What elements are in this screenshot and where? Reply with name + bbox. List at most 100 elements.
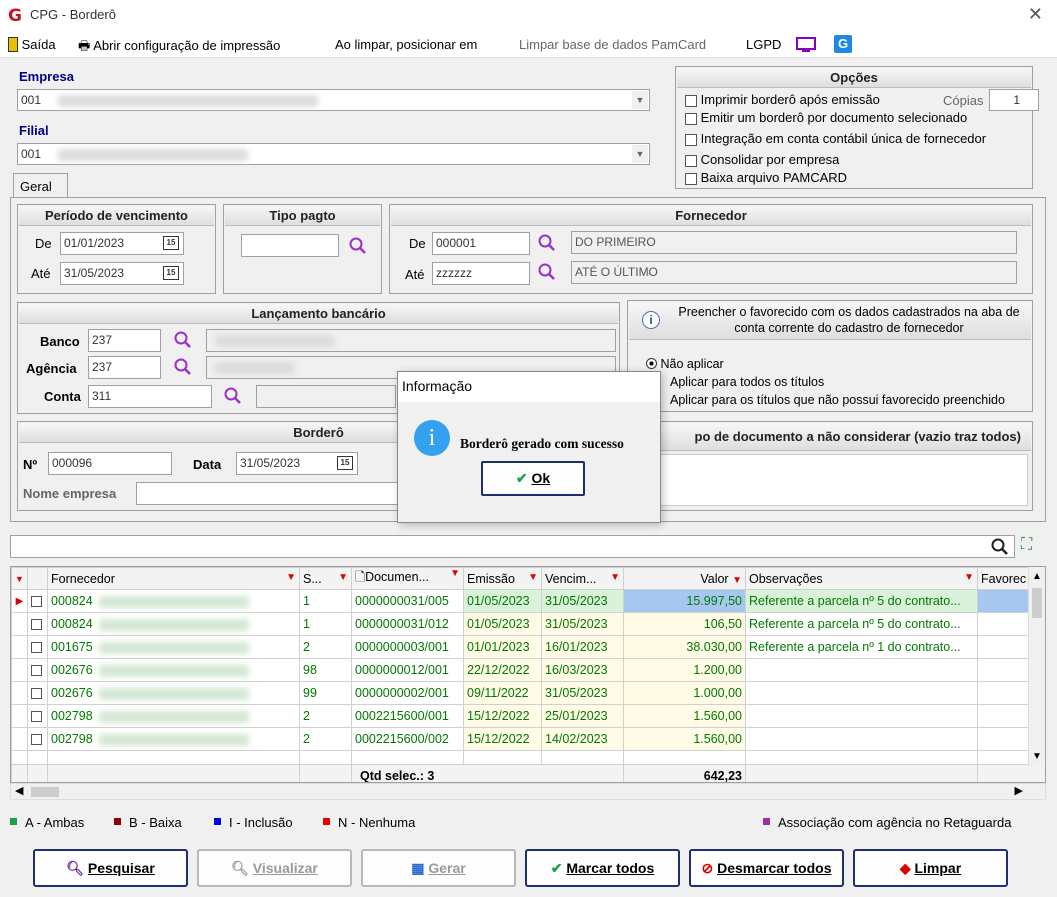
opt-imprimir[interactable]: Imprimir borderô após emissão [685, 92, 880, 107]
periodo-ate-field[interactable]: 31/05/2023 15 [60, 262, 184, 285]
col-fornecedor[interactable]: Fornecedor ▼ [47, 567, 300, 590]
horizontal-scrollbar[interactable]: ◀ ▶ [10, 783, 1046, 800]
col-documento[interactable]: 🗋Documen... ▼ [351, 567, 464, 590]
table-row[interactable]: 002676 99 0000000002/001 09/11/2022 31/05/20… [11, 681, 1045, 705]
monitor-icon[interactable] [795, 36, 817, 57]
empresa-combo[interactable]: 001 ▼ [17, 89, 650, 111]
col-observacoes[interactable]: Observações ▼ [745, 567, 978, 590]
checkbox[interactable] [31, 596, 42, 608]
filter-icon[interactable]: ▼ [732, 575, 742, 586]
filter-icon[interactable]: ▼ [610, 572, 620, 583]
banco-field[interactable]: 237 [88, 329, 161, 352]
gerar-button[interactable]: ▦ Gerar [361, 849, 516, 887]
search-icon[interactable] [223, 386, 243, 406]
col-s[interactable]: S... ▼ [299, 567, 352, 590]
row-checkbox[interactable] [27, 727, 48, 751]
row-checkbox[interactable] [27, 612, 48, 636]
search-icon[interactable] [173, 330, 193, 350]
toolbar: Saída 🖶 Abrir configuração de impressão … [0, 32, 1057, 58]
calendar-icon[interactable]: 15 [337, 456, 353, 470]
chevron-up-icon[interactable]: ▲ [1029, 571, 1045, 582]
print-config-label: Abrir configuração de impressão [93, 38, 281, 53]
row-marker [11, 704, 28, 728]
lgpd-button[interactable]: LGPD [746, 37, 781, 52]
search-icon[interactable] [173, 357, 193, 377]
radio-nao-aplicar[interactable]: Não aplicar [646, 357, 724, 371]
tipo-pagto-input[interactable] [241, 234, 339, 257]
radio-aplicar-todos[interactable]: Aplicar para todos os títulos [670, 375, 824, 389]
search-icon[interactable] [348, 236, 368, 256]
chevron-down-icon[interactable]: ▼ [632, 145, 648, 163]
col-vencimento[interactable]: Vencim... ▼ [541, 567, 624, 590]
agencia-field[interactable]: 237 [88, 356, 161, 379]
chevron-down-icon[interactable]: ▼ [1029, 751, 1045, 762]
visualizar-button[interactable]: 🔍︎ Visualizar [197, 849, 352, 887]
tipo-doc-list[interactable] [632, 454, 1028, 506]
filter-icon[interactable]: ▼ [964, 572, 974, 583]
vertical-scrollbar[interactable]: ▲ ▼ [1028, 567, 1045, 766]
conta-field[interactable]: 311 [88, 385, 212, 408]
on-clear-menu[interactable]: Ao limpar, posicionar em [335, 37, 477, 52]
copies-stepper[interactable]: 1 [989, 89, 1039, 111]
row-checkbox[interactable] [27, 681, 48, 705]
calendar-icon[interactable]: 15 [163, 266, 179, 280]
row-checkbox[interactable] [27, 658, 48, 682]
filter-icon[interactable]: ▼ [286, 572, 296, 583]
checkbox[interactable] [31, 642, 42, 654]
col-valor[interactable]: Valor ▼ [623, 567, 746, 590]
opt-baixa[interactable]: Baixa arquivo PAMCARD [685, 170, 847, 185]
copies-label: Cópias [943, 93, 984, 108]
close-icon[interactable]: ✕ [1028, 4, 1043, 25]
bordero-data-field[interactable]: 31/05/2023 15 [236, 452, 358, 475]
table-row[interactable]: ▶ 000824 1 0000000031/005 01/05/2023 31/05/20… [11, 589, 1045, 613]
table-row[interactable]: 001675 2 0000000003/001 01/01/2023 16/01/202… [11, 635, 1045, 659]
checkbox[interactable] [31, 619, 42, 631]
checkbox[interactable] [31, 688, 42, 700]
search-icon[interactable] [537, 233, 557, 253]
checkbox[interactable] [31, 711, 42, 723]
tab-geral[interactable]: Geral [13, 173, 68, 198]
table-row[interactable]: 000824 1 0000000031/012 01/05/2023 31/05/202… [11, 612, 1045, 636]
search-icon[interactable] [990, 537, 1010, 557]
chevron-left-icon[interactable]: ◀ [15, 784, 23, 797]
search-icon[interactable] [537, 262, 557, 282]
print-config-button[interactable]: 🖶 Abrir configuração de impressão [78, 37, 280, 59]
calendar-icon[interactable]: 15 [163, 236, 179, 250]
scroll-thumb-h[interactable] [31, 787, 59, 797]
bordero-num-field[interactable]: 000096 [48, 452, 172, 475]
checkbox[interactable] [31, 734, 42, 746]
expand-icon[interactable]: ⛶ [1021, 536, 1032, 554]
fornecedor-de-code[interactable]: 000001 [432, 232, 530, 255]
limpar-button[interactable]: ◆ Limpar [853, 849, 1008, 887]
checkbox[interactable] [31, 665, 42, 677]
radio-aplicar-sem-favorecido[interactable]: Aplicar para os títulos que não possui f… [670, 393, 1005, 407]
desmarcar-todos-button[interactable]: ⊘ Desmarcar todos [689, 849, 844, 887]
periodo-de-field[interactable]: 01/01/2023 15 [60, 232, 184, 255]
grid-filter-input[interactable] [10, 535, 1015, 558]
filial-combo[interactable]: 001 ▼ [17, 143, 650, 165]
opt-emitir[interactable]: Emitir um borderô por documento selecion… [685, 110, 967, 125]
pesquisar-button[interactable]: 🔍︎ Pesquisar [33, 849, 188, 887]
g-app-icon[interactable]: G [834, 35, 852, 53]
row-checkbox[interactable] [27, 635, 48, 659]
results-grid[interactable]: ▼ Fornecedor ▼ S... ▼ 🗋Documen... ▼ Emissão… [10, 566, 1046, 783]
clear-pamcard-button[interactable]: Limpar base de dados PamCard [519, 37, 706, 52]
table-row[interactable]: 002676 98 0000000012/001 22/12/2022 16/03/20… [11, 658, 1045, 682]
table-row[interactable]: 002798 2 0002215600/002 15/12/2022 14/02/202… [11, 727, 1045, 751]
opt-consolidar[interactable]: Consolidar por empresa [685, 152, 839, 167]
filter-icon[interactable]: ▼ [338, 572, 348, 583]
table-row[interactable]: 002798 2 0002215600/001 15/12/2022 25/01/202… [11, 704, 1045, 728]
chevron-right-icon[interactable]: ▶ [1015, 784, 1023, 797]
exit-button[interactable]: Saída [8, 37, 56, 52]
opt-integracao[interactable]: Integração em conta contábil única de fo… [685, 131, 986, 146]
col-emissao[interactable]: Emissão ▼ [463, 567, 542, 590]
marcar-todos-button[interactable]: ✔ Marcar todos [525, 849, 680, 887]
fornecedor-ate-code[interactable]: zzzzzz [432, 262, 530, 285]
row-checkbox[interactable] [27, 589, 48, 613]
filter-icon[interactable]: ▼ [450, 569, 460, 580]
ok-button[interactable]: ✔ Ok [481, 461, 585, 496]
scroll-thumb[interactable] [1032, 588, 1042, 618]
chevron-down-icon[interactable]: ▼ [632, 91, 648, 109]
filter-icon[interactable]: ▼ [528, 572, 538, 583]
row-checkbox[interactable] [27, 704, 48, 728]
